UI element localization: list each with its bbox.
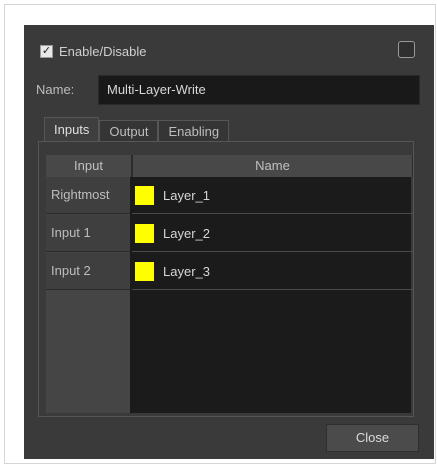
layer-name: Layer_3 — [163, 263, 210, 279]
column-header-input[interactable]: Input — [46, 155, 132, 177]
tab-inputs[interactable]: Inputs — [44, 117, 100, 142]
column-header-name[interactable]: Name — [132, 155, 413, 177]
enable-label: Enable/Disable — [59, 43, 147, 59]
layer-color-swatch[interactable] — [135, 185, 154, 205]
screenshot-frame: ✓ Enable/Disable Name: Multi-Layer-Write… — [4, 4, 436, 464]
table-row[interactable]: Layer_2 — [132, 215, 413, 252]
layer-name: Layer_1 — [163, 187, 210, 203]
row-header-input-1[interactable]: Input 1 — [46, 215, 130, 252]
tab-bar: Inputs Output Enabling — [44, 117, 230, 142]
color-swatch-button[interactable] — [398, 41, 415, 58]
row-header-input-2[interactable]: Input 2 — [46, 253, 130, 290]
layer-color-swatch[interactable] — [135, 223, 154, 243]
close-button[interactable]: Close — [326, 424, 419, 452]
inputs-tab-panel: Input Name Rightmost Layer_1 Input 1 Lay… — [38, 141, 414, 417]
enable-checkbox[interactable]: ✓ — [40, 44, 53, 58]
enable-toggle[interactable]: ✓ Enable/Disable — [40, 42, 146, 60]
name-field[interactable]: Multi-Layer-Write — [98, 75, 420, 105]
layer-properties-dialog: ✓ Enable/Disable Name: Multi-Layer-Write… — [24, 25, 434, 459]
row-header-rightmost[interactable]: Rightmost — [46, 177, 130, 214]
tab-enabling[interactable]: Enabling — [158, 120, 230, 142]
layer-color-swatch[interactable] — [135, 261, 154, 281]
table-row[interactable]: Layer_3 — [132, 253, 413, 290]
inputs-table: Input Name Rightmost Layer_1 Input 1 Lay… — [46, 155, 413, 413]
tab-output[interactable]: Output — [99, 120, 159, 142]
table-row[interactable]: Layer_1 — [132, 177, 413, 214]
layer-name: Layer_2 — [163, 225, 210, 241]
name-label: Name: — [36, 82, 75, 97]
